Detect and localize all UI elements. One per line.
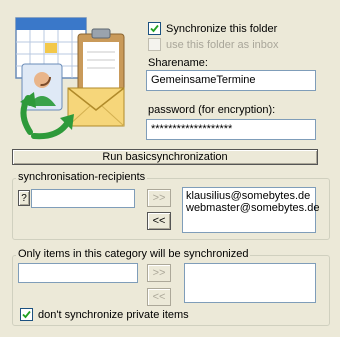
sync-illustration — [12, 14, 140, 142]
synchronize-folder-label: Synchronize this folder — [166, 22, 278, 35]
use-inbox-checkbox-row[interactable]: use this folder as inbox — [148, 38, 279, 51]
recipients-list[interactable]: klausilius@somebytes.de webmaster@someby… — [182, 187, 319, 233]
list-item[interactable]: klausilius@somebytes.de — [186, 190, 312, 202]
recipients-group-legend: synchronisation-recipients — [16, 171, 148, 183]
use-inbox-checkbox[interactable] — [148, 38, 161, 51]
help-button[interactable]: ? — [18, 190, 30, 206]
password-field[interactable]: ******************* — [146, 119, 316, 140]
use-inbox-label: use this folder as inbox — [166, 38, 279, 51]
add-recipient-button[interactable]: >> — [147, 189, 171, 207]
add-category-button[interactable]: >> — [147, 264, 171, 282]
private-items-checkbox[interactable] — [20, 308, 33, 321]
checkmark-icon — [22, 310, 31, 319]
run-sync-button[interactable]: Run basicsynchronization — [12, 149, 318, 165]
list-item[interactable]: webmaster@somebytes.de — [186, 202, 319, 214]
sharename-label: Sharename: — [148, 57, 208, 69]
private-items-checkbox-row[interactable]: don't synchronize private items — [20, 308, 189, 321]
category-input[interactable] — [18, 263, 138, 283]
checkmark-icon — [150, 24, 159, 33]
password-label: password (for encryption): — [148, 104, 276, 116]
category-list[interactable] — [184, 263, 316, 303]
recipient-input[interactable] — [31, 189, 135, 208]
remove-recipient-button[interactable]: << — [147, 212, 171, 230]
synchronize-folder-checkbox-row[interactable]: Synchronize this folder — [148, 22, 277, 35]
synchronize-folder-checkbox[interactable] — [148, 22, 161, 35]
sharename-field[interactable]: GemeinsameTermine — [146, 70, 316, 91]
calendar-contacts-mail-sync-icon — [15, 17, 125, 140]
category-group-legend: Only items in this category will be sync… — [16, 248, 251, 260]
private-items-label: don't synchronize private items — [38, 308, 189, 321]
remove-category-button[interactable]: << — [147, 288, 171, 306]
